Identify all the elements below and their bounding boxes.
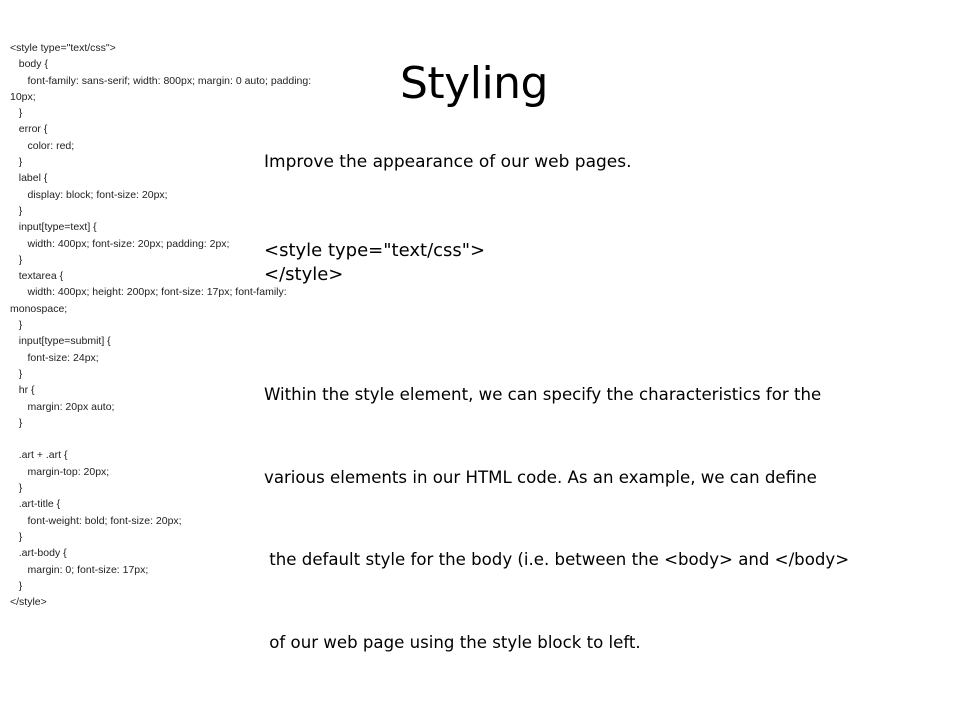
slide-title: Styling	[400, 58, 549, 109]
code-line: }	[10, 107, 23, 120]
code-line: <style type="text/css">	[10, 42, 116, 54]
explanation-paragraph: Within the style element, we can specify…	[264, 326, 849, 684]
code-line: error {	[10, 123, 48, 136]
code-line: }	[10, 204, 23, 217]
style-open-tag: <style type="text/css">	[264, 240, 486, 261]
paragraph-line: the default style for the body (i.e. bet…	[264, 550, 850, 569]
code-line: width: 400px; height: 200px; font-size: …	[10, 286, 287, 299]
code-line: label {	[10, 172, 48, 185]
code-line: display: block; font-size: 20px;	[10, 188, 168, 201]
code-line: body {	[10, 58, 48, 71]
style-close-tag: </style>	[264, 264, 344, 285]
paragraph-line: Within the style element, we can specify…	[264, 385, 822, 404]
code-line: 10px;	[10, 90, 36, 103]
code-line: input[type=text] {	[10, 221, 97, 234]
intro-text: Improve the appearance of our web pages.	[264, 152, 632, 172]
code-line: font-family: sans-serif; width: 800px; m…	[10, 74, 312, 87]
code-line: monospace;	[10, 302, 68, 315]
paragraph-line: various elements in our HTML code. As an…	[264, 467, 817, 487]
paragraph-line: of our web page using the style block to…	[264, 632, 641, 652]
